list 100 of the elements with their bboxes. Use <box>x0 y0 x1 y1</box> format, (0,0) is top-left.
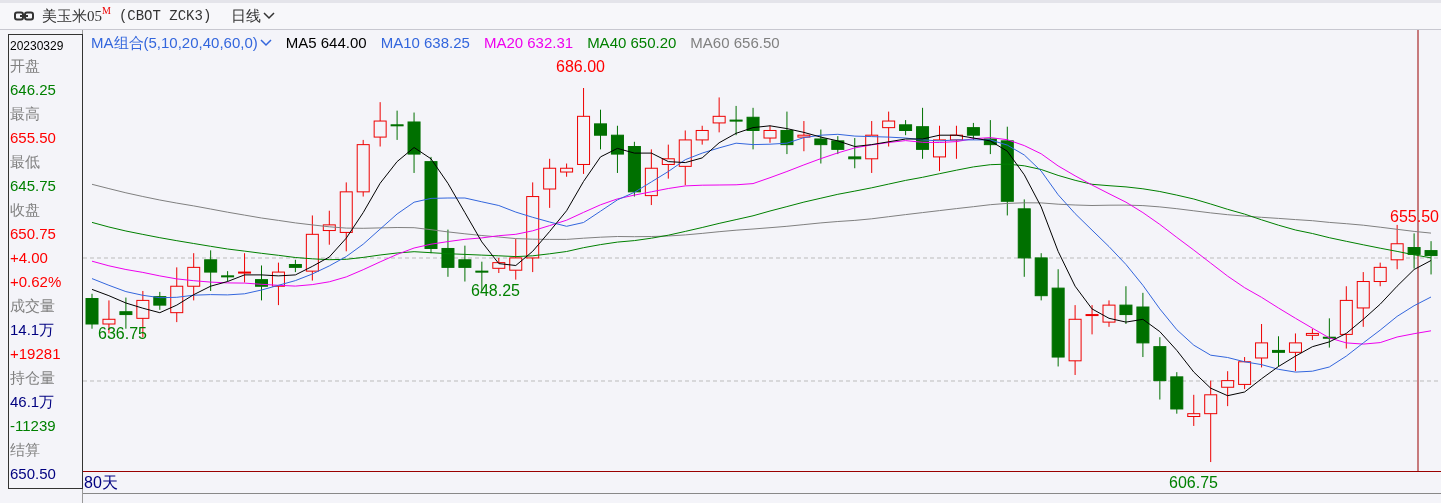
ma-legend-text: MA60 656.50 <box>690 33 780 53</box>
candlestick <box>170 266 184 323</box>
candlestick <box>1136 292 1150 358</box>
candlestick <box>916 107 930 160</box>
info-text: +19281 <box>10 344 62 364</box>
candlestick <box>85 293 99 330</box>
candlestick <box>458 245 472 282</box>
candlestick <box>560 163 574 178</box>
candlestick <box>746 107 760 150</box>
ma-group-dropdown[interactable]: MA组合(5,10,20,40,60,0) <box>91 32 272 55</box>
candlestick <box>780 111 794 155</box>
candlestick <box>441 229 455 278</box>
candlestick <box>831 135 845 155</box>
candlestick <box>899 119 913 136</box>
price-label: 606.75 <box>1169 474 1218 492</box>
instrument-code: (CBOT ZCK3) <box>118 6 212 26</box>
period-dropdown[interactable]: 日线 <box>231 4 276 28</box>
candlestick <box>390 110 404 141</box>
candlestick <box>729 105 743 136</box>
ma-legend-text: MA5 644.00 <box>285 33 367 53</box>
candlestick <box>814 129 828 164</box>
candlestick <box>221 270 235 282</box>
candlestick <box>543 158 557 209</box>
candlestick <box>627 141 641 198</box>
candlestick <box>356 139 370 198</box>
candlestick <box>1390 224 1404 270</box>
candlestick <box>594 109 607 150</box>
candlestick <box>1424 240 1438 275</box>
candlestick <box>271 262 285 306</box>
info-text: 成交量 <box>10 296 56 316</box>
info-text: 650.75 <box>10 224 57 244</box>
candlestick <box>255 264 268 301</box>
candlestick <box>1153 336 1167 400</box>
info-text: 655.50 <box>10 128 57 148</box>
candlestick <box>153 291 167 311</box>
candlestick <box>1238 356 1252 390</box>
candlestick <box>1085 304 1099 335</box>
badge-mark: M <box>102 5 111 16</box>
candlestick <box>610 125 624 174</box>
info-text: 650.50 <box>10 464 57 484</box>
candlestick <box>1407 232 1421 270</box>
info-text: 46.1万 <box>10 392 56 412</box>
candlestick <box>695 125 709 146</box>
candlestick <box>848 137 862 169</box>
candlestick <box>1119 285 1133 325</box>
candlestick <box>305 214 319 282</box>
info-text: 14.1万 <box>10 320 56 340</box>
candlestick <box>1288 332 1302 372</box>
candlestick <box>1373 262 1387 287</box>
info-text: -11239 <box>10 416 57 436</box>
info-text: +0.62% <box>10 272 63 292</box>
info-text: 持仓量 <box>10 368 56 388</box>
candlestick <box>1255 323 1269 368</box>
price-label: 686.00 <box>556 58 605 76</box>
ma-legend-text: MA40 650.20 <box>587 33 677 53</box>
candlestick <box>1272 335 1285 367</box>
candlestick <box>1322 317 1336 349</box>
candlestick <box>1356 271 1370 328</box>
candlestick <box>949 125 963 160</box>
candlestick <box>763 125 777 144</box>
candlestick <box>204 249 218 292</box>
days-count-text: 80天 <box>84 472 118 493</box>
info-text: 645.75 <box>10 176 57 196</box>
link-icon[interactable] <box>14 11 34 21</box>
candlestick <box>1068 304 1082 376</box>
candlestick <box>1102 299 1116 328</box>
candlestick <box>712 96 726 133</box>
info-text: 最低 <box>10 152 41 172</box>
candlestick <box>1221 370 1235 407</box>
ma-legend-text: MA20 632.31 <box>483 33 574 53</box>
candlestick <box>1170 371 1184 415</box>
candlestick <box>1305 328 1319 341</box>
instrument-title: 美玉米05 <box>42 6 102 26</box>
candlestick <box>288 259 302 273</box>
candlestick <box>1034 252 1048 301</box>
candlestick <box>238 252 252 283</box>
info-text: 结算 <box>10 440 41 460</box>
candlestick <box>678 130 692 186</box>
candlestick <box>933 125 946 172</box>
candlestick <box>865 120 879 174</box>
price-label: 636.75 <box>98 325 147 343</box>
info-text: 收盘 <box>10 200 41 220</box>
candlestick <box>644 148 658 206</box>
candlestick <box>492 257 506 274</box>
price-label: 655.50 <box>1390 208 1439 226</box>
candlestick <box>882 111 896 148</box>
candlestick <box>407 112 421 174</box>
candlestick <box>1339 285 1353 350</box>
info-text: 646.25 <box>10 80 57 100</box>
candlestick <box>661 144 675 180</box>
candlestick <box>339 181 353 252</box>
candlestick <box>797 120 811 152</box>
ma-legend-text: MA10 638.25 <box>380 33 470 53</box>
chevron-down-icon <box>263 12 276 20</box>
info-text: 开盘 <box>10 56 41 76</box>
candlestick <box>509 238 523 281</box>
price-label: 648.25 <box>471 282 520 300</box>
date-text: 20230329 <box>10 38 65 54</box>
info-text: +4.00 <box>10 248 49 268</box>
candlestick <box>187 252 201 301</box>
